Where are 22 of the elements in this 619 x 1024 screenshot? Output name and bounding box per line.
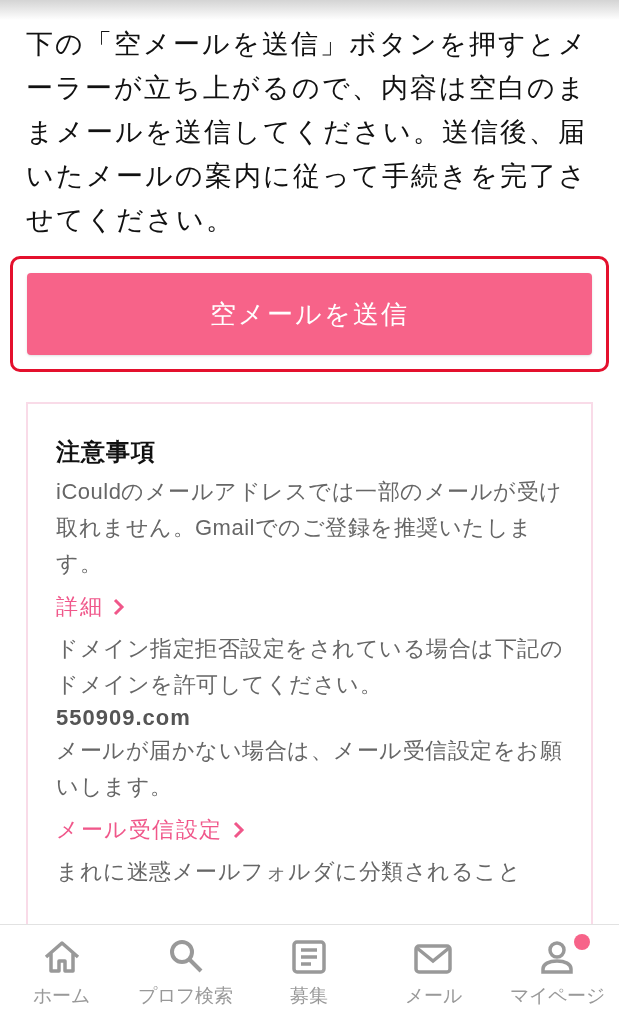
nav-tab[interactable]: 募集 (247, 925, 372, 1024)
nav-tab[interactable]: メール (371, 925, 496, 1024)
nav-tab[interactable]: プロフ検索 (123, 925, 248, 1024)
user-icon (540, 940, 575, 975)
chevron-right-icon (113, 597, 125, 616)
home-icon (42, 940, 81, 975)
nav-tab[interactable]: ホーム (0, 925, 124, 1024)
notice-text: iCouldのメールアドレスでは一部のメールが受け取れません。Gmailでのご登録を推奨いたします。 (56, 478, 563, 578)
nav-tab[interactable]: マイページ (495, 925, 619, 1024)
link[interactable]: メール受信設定 (56, 811, 223, 848)
link[interactable]: 詳細 (56, 588, 103, 625)
domain-text: 550909.com (56, 704, 192, 732)
instruction-text: 下の「空メールを送信」ボタンを押すとメーラーが立ち上がるので、内容は空白のままメールを送信してください。送信後、届いたメールの案内に従って手続きを完了させてください。 (26, 28, 589, 237)
notice-text: メールが届かない場合は、メール受信設定をお願いします。 (56, 737, 563, 801)
notice-text: まれに迷惑メールフォルダに分類されること (56, 858, 522, 886)
send-empty-mail-button[interactable]: 空メールを送信 (27, 273, 592, 355)
mail-icon (414, 944, 453, 975)
search-icon (167, 938, 204, 975)
chevron-right-icon (232, 820, 245, 839)
document-icon (292, 940, 327, 975)
notice-title: 注意事項 (56, 437, 157, 467)
notice-text: ドメイン指定拒否設定をされている場合は下記のドメインを許可してください。 (56, 635, 563, 699)
